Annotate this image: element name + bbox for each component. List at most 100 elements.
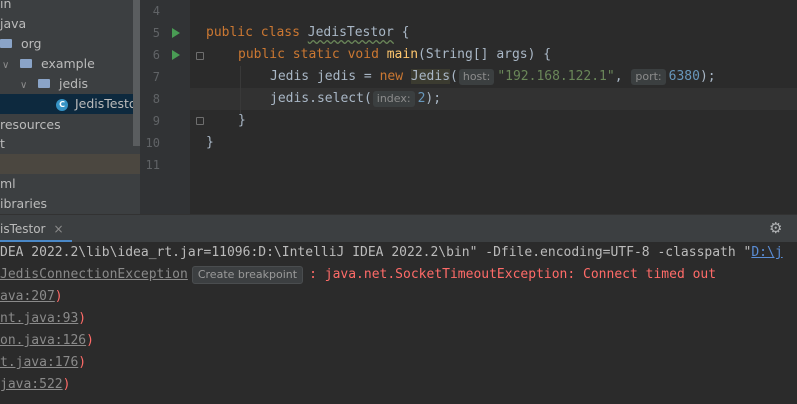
statement-end: ); <box>699 69 716 84</box>
tree-item-java[interactable]: java <box>0 14 140 34</box>
fold-marker-icon[interactable] <box>196 52 204 60</box>
indent-guide <box>240 66 241 114</box>
tree-item-label: ibraries <box>0 196 48 211</box>
keyword: public <box>206 25 253 40</box>
console-line-exception: JedisConnectionException Create breakpoin… <box>0 264 716 286</box>
run-main-icon[interactable] <box>172 50 180 60</box>
keyword: class <box>260 25 300 40</box>
tree-item-test[interactable]: t <box>0 134 140 154</box>
code-line-9: } <box>238 110 246 132</box>
tree-item-resources[interactable]: resources <box>0 115 140 135</box>
declaration: Jedis jedis = <box>270 69 380 84</box>
params: (String[] args) { <box>418 47 552 62</box>
tree-item-pom-xml[interactable]: ml <box>0 174 140 194</box>
package-folder-icon <box>0 39 12 48</box>
package-folder-icon <box>19 59 32 68</box>
tree-item-label: resources <box>0 117 61 132</box>
tree-item-bin[interactable]: in <box>0 0 140 14</box>
line-number: 11 <box>145 158 160 172</box>
trace-tail: ) <box>86 333 94 348</box>
close-icon[interactable]: × <box>54 222 64 236</box>
stack-trace-line: t.java:176) <box>0 352 86 374</box>
run-console[interactable]: DEA 2022.2\lib\idea_rt.jar=11096:D:\Inte… <box>0 242 797 404</box>
line-number: 9 <box>152 114 160 128</box>
statement-end: ); <box>425 91 442 106</box>
fold-marker-icon[interactable] <box>196 117 204 125</box>
object-ref: jedis. <box>270 91 317 106</box>
param-hint-host: host: <box>458 69 495 85</box>
run-class-icon[interactable] <box>172 28 180 38</box>
keyword: void <box>347 47 379 62</box>
console-line-command: DEA 2022.2\lib\idea_rt.jar=11096:D:\Inte… <box>0 242 783 264</box>
line-number: 4 <box>152 4 160 18</box>
keyword: new <box>379 69 404 84</box>
tree-item-label: jedis <box>58 76 89 91</box>
comma: , <box>614 69 623 84</box>
stack-trace-link[interactable]: on.java:126 <box>0 333 86 348</box>
gear-icon[interactable]: ⚙ <box>769 220 785 236</box>
tree-item-org[interactable]: org <box>0 34 140 54</box>
param-hint-index: index: <box>372 91 415 107</box>
tree-item-label: JedisTestor <box>74 96 140 111</box>
tree-item-example[interactable]: ∨ example <box>0 54 140 74</box>
tree-item-external-libraries[interactable]: ibraries <box>0 194 140 214</box>
method-call: select <box>316 91 364 106</box>
chevron-down-icon[interactable]: ∨ <box>2 56 12 76</box>
stack-trace-link[interactable]: ava:207 <box>0 289 55 304</box>
tree-item-highlighted[interactable] <box>0 154 140 174</box>
keyword: static <box>292 47 340 62</box>
stack-trace-line: nt.java:93) <box>0 308 86 330</box>
type-name: Jedis <box>410 69 451 84</box>
java-class-icon: C <box>56 98 68 111</box>
project-tree: in java org ∨ example ∨ jedis C JedisTes… <box>0 0 140 214</box>
tree-item-label: t <box>0 136 5 151</box>
brace: { <box>393 25 410 40</box>
create-breakpoint-button[interactable]: Create breakpoint <box>191 266 304 284</box>
stack-trace-line: ava:207) <box>0 286 63 308</box>
run-tool-window-header: isTestor × ⚙ <box>0 214 797 243</box>
line-number: 8 <box>152 92 160 106</box>
trace-tail: ) <box>54 289 63 304</box>
brace: } <box>206 135 214 150</box>
tree-scrollbar[interactable] <box>133 0 140 146</box>
exception-class-link[interactable]: JedisConnectionException <box>0 267 188 282</box>
code-line-7: Jedis jedis = new Jedis(host: "192.168.12… <box>270 66 716 88</box>
line-number: 7 <box>152 70 160 84</box>
paren: ( <box>450 69 458 84</box>
stack-trace-line: java:522) <box>0 374 70 396</box>
number-literal: 6380 <box>668 69 700 84</box>
command-text: DEA 2022.2\lib\idea_rt.jar=11096:D:\Inte… <box>0 245 752 260</box>
tree-item-jedistestor[interactable]: C JedisTestor <box>0 94 140 114</box>
trace-tail: ) <box>78 355 87 370</box>
param-hint-port: port: <box>631 69 666 85</box>
code-line-8: jedis.select(index: 2); <box>270 88 441 110</box>
tree-item-jedis[interactable]: ∨ jedis <box>0 74 140 94</box>
class-name: JedisTestor <box>307 25 394 40</box>
code-line-10: } <box>206 132 214 154</box>
stack-trace-link[interactable]: t.java:176 <box>0 355 78 370</box>
code-line-6: public static void main(String[] args) { <box>238 44 551 66</box>
line-number: 10 <box>145 136 160 150</box>
trace-tail: ) <box>78 311 87 326</box>
run-tab-label: isTestor <box>0 222 46 236</box>
line-number: 6 <box>152 48 160 62</box>
stack-trace-line: on.java:126) <box>0 330 94 352</box>
tree-item-label: in <box>0 0 12 11</box>
line-number: 5 <box>152 26 160 40</box>
stack-trace-link[interactable]: java:522 <box>0 377 63 392</box>
code-line-5: public class JedisTestor { <box>206 22 410 44</box>
method-name: main <box>386 47 419 62</box>
tree-item-label: org <box>20 36 42 51</box>
trace-tail: ) <box>62 377 71 392</box>
tree-item-label: java <box>0 16 27 31</box>
tree-item-label: ml <box>0 176 16 191</box>
brace: } <box>238 113 246 128</box>
run-tab[interactable]: isTestor × <box>0 215 72 243</box>
keyword: public <box>238 47 285 62</box>
paren: ( <box>363 91 372 106</box>
classpath-link[interactable]: D:\j <box>751 245 782 260</box>
chevron-down-icon[interactable]: ∨ <box>20 76 30 96</box>
stack-trace-link[interactable]: nt.java:93 <box>0 311 78 326</box>
error-message: : java.net.SocketTimeoutException: Conne… <box>309 267 717 282</box>
string-literal: "192.168.122.1" <box>497 69 615 84</box>
